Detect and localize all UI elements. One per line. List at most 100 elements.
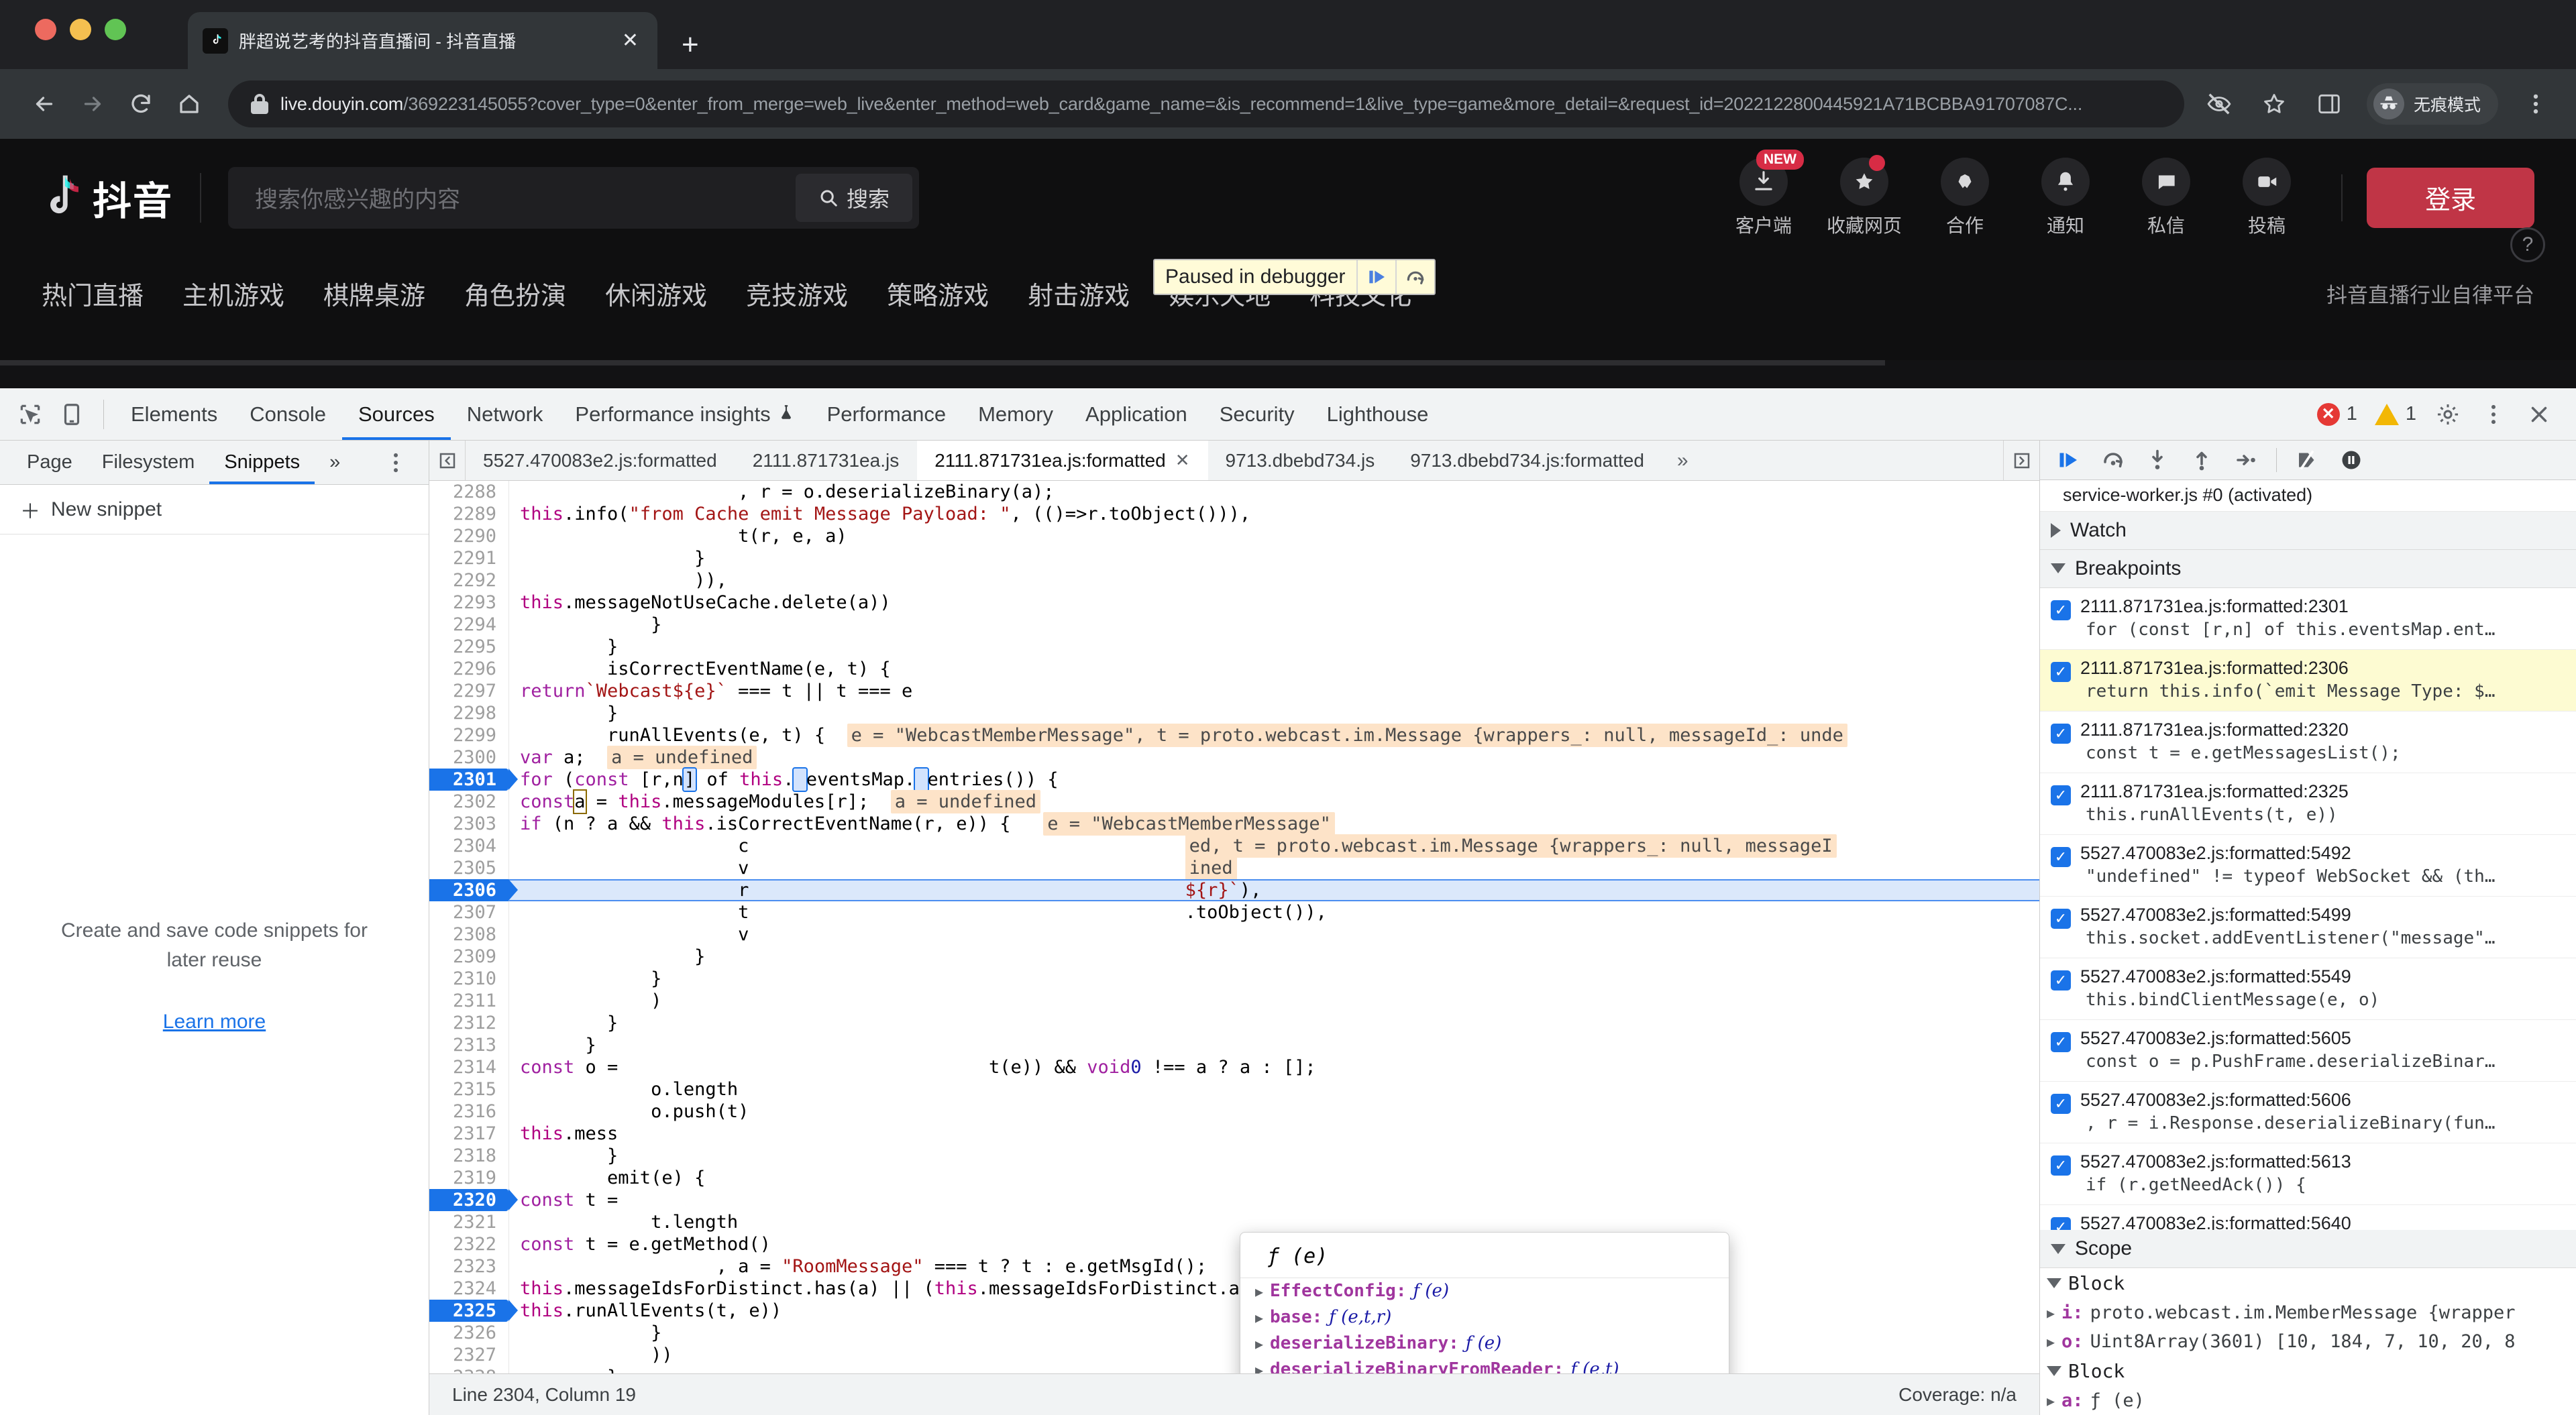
line-number[interactable]: 2299 xyxy=(429,724,508,746)
code-text[interactable]: } xyxy=(508,614,2039,636)
line-number[interactable]: 2300 xyxy=(429,746,508,769)
expand-triangle-icon[interactable]: ▶ xyxy=(1255,1359,1270,1373)
breakpoint-item[interactable]: ✓ 5527.470083e2.js:formatted:5640this.emi… xyxy=(2040,1205,2576,1231)
code-line[interactable]: 2325 this .runAllEvents(t, e)) xyxy=(429,1300,2039,1322)
kebab-menu-icon[interactable] xyxy=(375,442,417,484)
line-number[interactable]: 2323 xyxy=(429,1255,508,1278)
tab-performance-insights[interactable]: Performance insights xyxy=(559,388,810,440)
code-line[interactable]: 2313 } xyxy=(429,1034,2039,1056)
code-line[interactable]: 2328 } xyxy=(429,1366,2039,1373)
code-text[interactable]: } xyxy=(508,636,2039,658)
code-line[interactable]: 2303 if (n ? a && this .isCorrectEventNam… xyxy=(429,812,2039,836)
file-tab-0[interactable]: 5527.470083e2.js:formatted xyxy=(466,441,735,480)
device-toolbar-icon[interactable] xyxy=(51,394,93,435)
search-input[interactable]: 搜索你感兴趣的内容 xyxy=(255,181,796,214)
file-tab-3[interactable]: 9713.dbebd734.js xyxy=(1208,441,1393,480)
header-action-messages[interactable]: 私信 xyxy=(2116,157,2216,238)
code-line[interactable]: 2295 } xyxy=(429,636,2039,658)
breakpoint-item[interactable]: ✓ 2111.871731ea.js:formatted:2320 const t … xyxy=(2040,712,2576,773)
line-number[interactable]: 2288 xyxy=(429,481,508,503)
code-line[interactable]: 2326 } xyxy=(429,1322,2039,1344)
back-button[interactable] xyxy=(23,82,66,125)
line-number[interactable]: 2311 xyxy=(429,990,508,1012)
nav-item-1[interactable]: 主机游戏 xyxy=(182,275,284,312)
line-number[interactable]: 2313 xyxy=(429,1034,508,1056)
code-line[interactable]: 2321 t.length xyxy=(429,1211,2039,1233)
error-count-badge[interactable]: ✕ 1 xyxy=(2310,402,2364,426)
code-text[interactable]: emit(e) { xyxy=(508,1167,2039,1189)
header-action-client[interactable]: NEW 客户端 xyxy=(1713,149,1814,238)
nav-item-6[interactable]: 策略游戏 xyxy=(887,275,989,312)
line-number[interactable]: 2301 xyxy=(429,769,518,791)
code-text[interactable]: } xyxy=(508,1012,2039,1034)
breakpoint-item[interactable]: ✓ 5527.470083e2.js:formatted:5549 this.bin… xyxy=(2040,958,2576,1020)
tab-performance[interactable]: Performance xyxy=(811,388,962,440)
nav-item-0[interactable]: 热门直播 xyxy=(42,275,144,312)
code-line[interactable]: 2301 for (const [r,n] of this. eventsMap… xyxy=(429,767,2039,792)
deactivate-breakpoints-icon[interactable] xyxy=(2288,443,2326,477)
code-line[interactable]: 2315 o.length xyxy=(429,1078,2039,1100)
breakpoint-item[interactable]: ✓ 5527.470083e2.js:formatted:5606 , r = i.… xyxy=(2040,1082,2576,1143)
code-text[interactable]: )), xyxy=(508,569,2039,591)
breakpoints-section-header[interactable]: Breakpoints xyxy=(2040,549,2576,588)
step-into-icon[interactable] xyxy=(2138,443,2177,477)
breakpoint-checkbox[interactable]: ✓ xyxy=(2051,1216,2071,1231)
navigator-tab-snippets[interactable]: Snippets xyxy=(209,441,315,484)
line-number[interactable]: 2304 xyxy=(429,835,508,857)
line-number[interactable]: 2307 xyxy=(429,901,508,923)
line-number[interactable]: 2316 xyxy=(429,1100,508,1123)
tab-console[interactable]: Console xyxy=(233,388,342,440)
incognito-indicator[interactable]: 无痕模式 xyxy=(2366,83,2498,125)
tab-security[interactable]: Security xyxy=(1203,388,1311,440)
line-number[interactable]: 2310 xyxy=(429,968,508,990)
code-line[interactable]: 2311 ) xyxy=(429,990,2039,1012)
line-number[interactable]: 2322 xyxy=(429,1233,508,1255)
line-number[interactable]: 2324 xyxy=(429,1278,508,1300)
side-panel-icon[interactable] xyxy=(2312,87,2347,121)
popover-property-row[interactable]: ▶ EffectConfig: ƒ (e) xyxy=(1240,1278,1729,1304)
code-text[interactable]: this .info("from Cache emit Message Paylo… xyxy=(508,503,2039,525)
bookmark-star-icon[interactable] xyxy=(2257,87,2292,121)
code-text[interactable]: o.push(t) xyxy=(508,1100,2039,1123)
line-number[interactable]: 2308 xyxy=(429,923,508,946)
code-line[interactable]: 2294 } xyxy=(429,614,2039,636)
breakpoint-item[interactable]: ✓ 5527.470083e2.js:formatted:5499 this.soc… xyxy=(2040,897,2576,958)
code-line[interactable]: 2318 } xyxy=(429,1145,2039,1167)
breakpoint-checkbox[interactable]: ✓ xyxy=(2051,1093,2071,1114)
code-text[interactable]: ) xyxy=(508,990,2039,1012)
popover-property-row[interactable]: ▶ deserializeBinaryFromReader: ƒ (e,t) xyxy=(1240,1357,1729,1373)
settings-gear-icon[interactable] xyxy=(2427,394,2469,435)
navigator-menu-button[interactable] xyxy=(375,442,417,484)
files-scroll-right-icon[interactable] xyxy=(2003,441,2039,480)
line-number[interactable]: 2312 xyxy=(429,1012,508,1034)
code-line[interactable]: 2304 c ed, t = proto.webcast.im.Message … xyxy=(429,834,2039,858)
code-line[interactable]: 2291 } xyxy=(429,547,2039,569)
expand-triangle-icon[interactable]: ▶ xyxy=(1255,1307,1270,1328)
line-number[interactable]: 2320 xyxy=(429,1189,518,1211)
navigator-tab-page[interactable]: Page xyxy=(12,441,87,484)
line-number[interactable]: 2327 xyxy=(429,1344,508,1366)
navigator-more-tabs[interactable]: » xyxy=(315,441,355,484)
code-text[interactable]: isCorrectEventName(e, t) { xyxy=(508,658,2039,680)
breakpoint-item[interactable]: ✓ 5527.470083e2.js:formatted:5605 const o … xyxy=(2040,1020,2576,1082)
line-number[interactable]: 2315 xyxy=(429,1078,508,1100)
scope-section-header[interactable]: Scope xyxy=(2040,1230,2576,1269)
file-tab-2[interactable]: 2111.871731ea.js:formatted ✕ xyxy=(917,441,1208,480)
code-line[interactable]: 2312 } xyxy=(429,1012,2039,1034)
breakpoint-checkbox[interactable]: ✓ xyxy=(2051,908,2071,929)
header-action-notifications[interactable]: 通知 xyxy=(2015,157,2116,238)
files-scroll-left-icon[interactable] xyxy=(429,441,466,480)
code-text[interactable]: } xyxy=(508,547,2039,569)
navigator-tab-filesystem[interactable]: Filesystem xyxy=(87,441,210,484)
line-number[interactable]: 2309 xyxy=(429,946,508,968)
tab-close-icon[interactable]: ✕ xyxy=(618,30,643,51)
scope-block-header[interactable]: Block xyxy=(2040,1268,2576,1298)
line-number[interactable]: 2290 xyxy=(429,525,508,547)
expand-triangle-icon[interactable]: ▶ xyxy=(2047,1305,2055,1321)
line-number[interactable]: 2326 xyxy=(429,1322,508,1344)
code-text[interactable]: if (n ? a && this .isCorrectEventName(r, … xyxy=(508,812,2039,836)
line-number[interactable]: 2298 xyxy=(429,702,508,724)
douyin-search-box[interactable]: 搜索你感兴趣的内容 搜索 xyxy=(228,166,920,229)
breakpoint-item[interactable]: ✓ 5527.470083e2.js:formatted:5613 if (r.ge… xyxy=(2040,1143,2576,1205)
breakpoint-item[interactable]: ✓ 2111.871731ea.js:formatted:2306 return t… xyxy=(2040,649,2576,712)
